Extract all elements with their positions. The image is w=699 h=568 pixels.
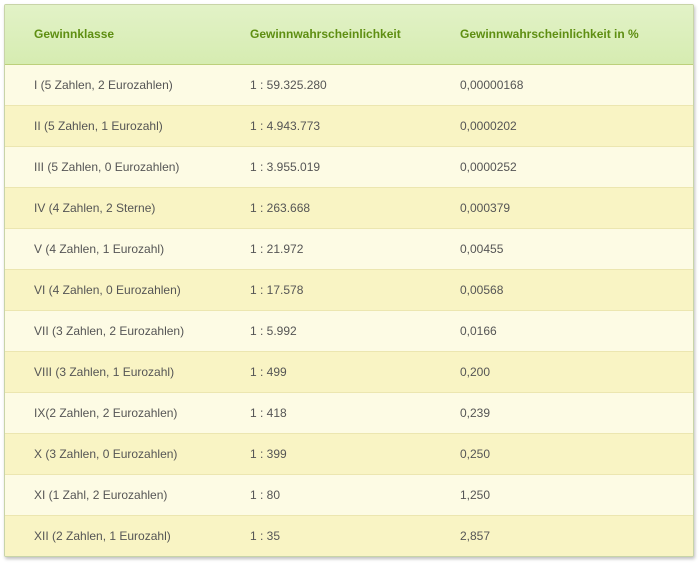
table-row: VI (4 Zahlen, 0 Eurozahlen) 1 : 17.578 0… [5, 268, 693, 310]
cell-gewinnklasse: XI (1 Zahl, 2 Eurozahlen) [5, 473, 221, 515]
table-row: II (5 Zahlen, 1 Eurozahl) 1 : 4.943.773 … [5, 104, 693, 146]
table-header: Gewinnklasse Gewinnwahrscheinlichkeit Ge… [5, 5, 693, 65]
table-row: X (3 Zahlen, 0 Eurozahlen) 1 : 399 0,250 [5, 432, 693, 474]
table-body: I (5 Zahlen, 2 Eurozahlen) 1 : 59.325.28… [5, 64, 693, 556]
cell-gewinnklasse: IX(2 Zahlen, 2 Eurozahlen) [5, 391, 221, 433]
cell-prozent: 0,250 [431, 432, 693, 474]
cell-wahrscheinlichkeit: 1 : 3.955.019 [221, 145, 431, 187]
cell-wahrscheinlichkeit: 1 : 263.668 [221, 186, 431, 228]
cell-wahrscheinlichkeit: 1 : 59.325.280 [250, 77, 327, 92]
cell-prozent: 0,000379 [431, 186, 693, 228]
cell-wahrscheinlichkeit: 1 : 35 [221, 514, 431, 556]
cell-gewinnklasse: I (5 Zahlen, 2 Eurozahlen) [34, 77, 173, 92]
odds-table: Gewinnklasse Gewinnwahrscheinlichkeit Ge… [5, 5, 693, 556]
cell-prozent: 0,00000168 [460, 77, 524, 92]
cell-gewinnklasse: II (5 Zahlen, 1 Eurozahl) [5, 104, 221, 146]
table-row: V (4 Zahlen, 1 Eurozahl) 1 : 21.972 0,00… [5, 227, 693, 269]
cell-wahrscheinlichkeit: 1 : 80 [221, 473, 431, 515]
table-row: IX(2 Zahlen, 2 Eurozahlen) 1 : 418 0,239 [5, 391, 693, 433]
header-gewinnwahrscheinlichkeit: Gewinnwahrscheinlichkeit [221, 5, 431, 65]
cell-wahrscheinlichkeit: 1 : 499 [221, 350, 431, 392]
cell-prozent: 0,0000252 [431, 145, 693, 187]
odds-table-container: Gewinnklasse Gewinnwahrscheinlichkeit Ge… [4, 4, 694, 557]
cell-gewinnklasse: VI (4 Zahlen, 0 Eurozahlen) [5, 268, 221, 310]
cell-wahrscheinlichkeit: 1 : 418 [221, 391, 431, 433]
cell-wahrscheinlichkeit: 1 : 5.992 [221, 309, 431, 351]
cell-prozent: 2,857 [431, 514, 693, 556]
header-row: Gewinnklasse Gewinnwahrscheinlichkeit Ge… [5, 5, 693, 65]
header-gewinnwahrscheinlichkeit-prozent: Gewinnwahrscheinlichkeit in % [431, 5, 693, 65]
cell-gewinnklasse: VII (3 Zahlen, 2 Eurozahlen) [5, 309, 221, 351]
cell-wahrscheinlichkeit: 1 : 399 [221, 432, 431, 474]
cell-prozent: 0,239 [431, 391, 693, 433]
table-row: XI (1 Zahl, 2 Eurozahlen) 1 : 80 1,250 [5, 473, 693, 515]
table-row: VIII (3 Zahlen, 1 Eurozahl) 1 : 499 0,20… [5, 350, 693, 392]
cell-gewinnklasse: IV (4 Zahlen, 2 Sterne) [5, 186, 221, 228]
table-row: XII (2 Zahlen, 1 Eurozahl) 1 : 35 2,857 [5, 514, 693, 556]
cell-prozent: 0,00455 [431, 227, 693, 269]
cell-wahrscheinlichkeit: 1 : 4.943.773 [221, 104, 431, 146]
cell-prozent: 0,00568 [431, 268, 693, 310]
cell-prozent: 0,200 [431, 350, 693, 392]
cell-wahrscheinlichkeit: 1 : 17.578 [221, 268, 431, 310]
cell-wahrscheinlichkeit: 1 : 21.972 [221, 227, 431, 269]
table-row: VII (3 Zahlen, 2 Eurozahlen) 1 : 5.992 0… [5, 309, 693, 351]
table-row: IV (4 Zahlen, 2 Sterne) 1 : 263.668 0,00… [5, 186, 693, 228]
cell-gewinnklasse: VIII (3 Zahlen, 1 Eurozahl) [5, 350, 221, 392]
cell-prozent: 1,250 [431, 473, 693, 515]
cell-gewinnklasse: III (5 Zahlen, 0 Eurozahlen) [5, 145, 221, 187]
table-row: III (5 Zahlen, 0 Eurozahlen) 1 : 3.955.0… [5, 145, 693, 187]
cell-gewinnklasse: XII (2 Zahlen, 1 Eurozahl) [5, 514, 221, 556]
cell-prozent: 0,0166 [431, 309, 693, 351]
cell-gewinnklasse: X (3 Zahlen, 0 Eurozahlen) [5, 432, 221, 474]
cell-gewinnklasse: V (4 Zahlen, 1 Eurozahl) [5, 227, 221, 269]
cell-prozent: 0,0000202 [431, 104, 693, 146]
table-row: I (5 Zahlen, 2 Eurozahlen) 1 : 59.325.28… [5, 64, 693, 105]
header-gewinnklasse: Gewinnklasse [5, 5, 221, 65]
